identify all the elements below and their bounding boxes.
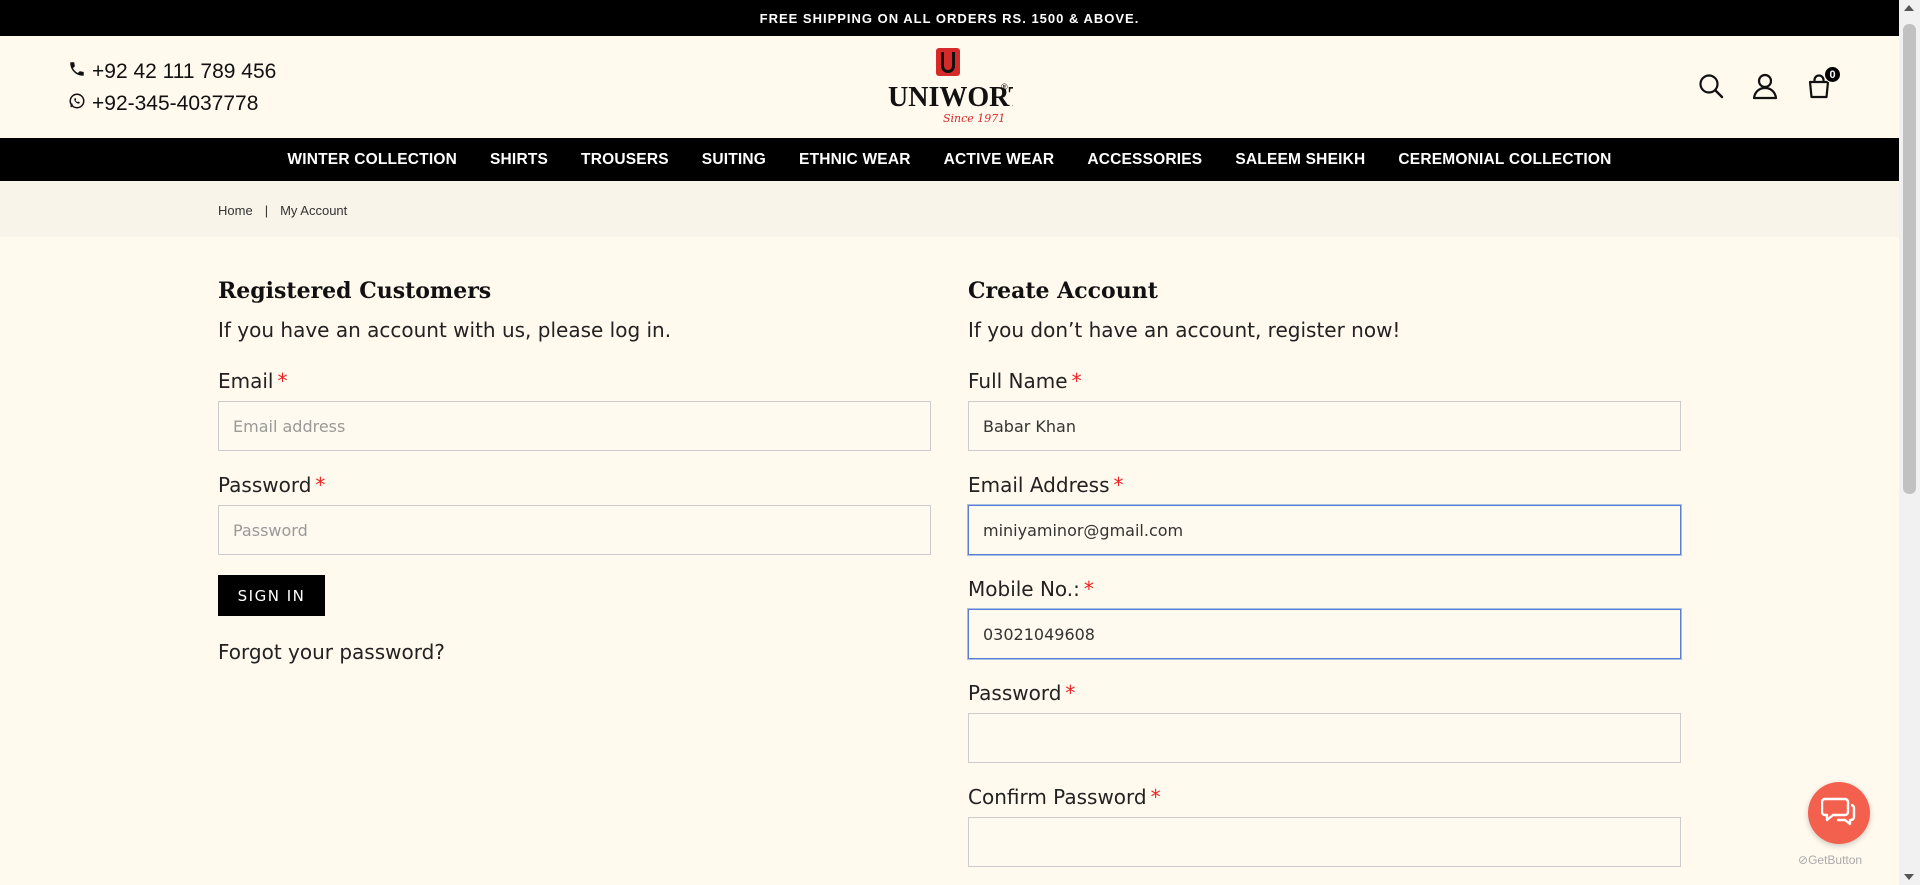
whatsapp-icon <box>68 88 86 120</box>
chat-bubbles-icon <box>1820 795 1857 832</box>
nav-item-trousers[interactable]: TROUSERS <box>581 151 669 169</box>
nav-item-active-wear[interactable]: ACTIVE WEAR <box>944 151 1055 169</box>
login-email-label: Email * <box>218 369 288 393</box>
login-password-input[interactable] <box>218 505 931 555</box>
mobile-label: Mobile No.: * <box>968 577 1094 601</box>
page-scrollbar[interactable] <box>1899 0 1920 885</box>
site-header: +92 42 111 789 456 +92-345-4037778 UNIWO… <box>0 36 1899 138</box>
uniworth-logo[interactable]: UNIWORTH ® Since 1971 <box>883 46 1049 128</box>
breadcrumb-bar: Home | My Account <box>0 181 1899 237</box>
required-mark: * <box>1065 681 1076 705</box>
nav-item-shirts[interactable]: SHIRTS <box>490 151 548 169</box>
sign-in-button[interactable]: SIGN IN <box>218 575 325 616</box>
login-password-label: Password * <box>218 473 326 497</box>
scroll-thumb[interactable] <box>1903 24 1916 494</box>
nav-item-ethnic-wear[interactable]: ETHNIC WEAR <box>799 151 911 169</box>
main-nav: WINTER COLLECTION SHIRTS TROUSERS SUITIN… <box>0 138 1899 181</box>
fullname-input[interactable] <box>968 401 1681 451</box>
logo-brand: UNIWORTH <box>888 82 1013 113</box>
required-mark: * <box>1083 577 1094 601</box>
search-icon[interactable] <box>1697 72 1725 100</box>
breadcrumb: Home | My Account <box>218 203 347 218</box>
nav-item-winter-collection[interactable]: WINTER COLLECTION <box>287 151 457 169</box>
phone-icon <box>68 56 86 88</box>
cart-count-badge: 0 <box>1824 66 1841 83</box>
register-email-input[interactable] <box>968 505 1681 555</box>
header-actions: 0 <box>1697 66 1841 100</box>
getbutton-brand[interactable]: ⊘GetButton <box>1798 853 1862 867</box>
phone-number: +92 42 111 789 456 <box>92 60 277 83</box>
account-icon[interactable] <box>1751 72 1779 100</box>
register-password-input[interactable] <box>968 713 1681 763</box>
scroll-up-icon[interactable] <box>1904 5 1914 11</box>
required-mark: * <box>1071 369 1082 393</box>
login-title: Registered Customers <box>218 278 492 304</box>
chat-widget-button[interactable] <box>1808 782 1870 844</box>
scroll-down-icon[interactable] <box>1904 874 1914 880</box>
required-mark: * <box>1113 473 1124 497</box>
required-mark: * <box>1150 785 1161 809</box>
announcement-text: FREE SHIPPING ON ALL ORDERS RS. 1500 & A… <box>759 10 1140 26</box>
phone-contact[interactable]: +92 42 111 789 456 <box>68 56 276 88</box>
nav-item-ceremonial-collection[interactable]: CEREMONIAL COLLECTION <box>1398 151 1611 169</box>
mobile-input[interactable] <box>968 609 1681 659</box>
breadcrumb-home[interactable]: Home <box>218 203 253 218</box>
required-mark: * <box>277 369 288 393</box>
getbutton-icon: ⊘ <box>1798 853 1809 867</box>
logo-registered: ® <box>1001 82 1008 92</box>
breadcrumb-separator: | <box>264 203 269 218</box>
login-email-input[interactable] <box>218 401 931 451</box>
forgot-password-link[interactable]: Forgot your password? <box>218 640 931 664</box>
register-intro: If you don’t have an account, register n… <box>968 318 1401 342</box>
logo-since: Since 1971 <box>943 112 1005 125</box>
nav-item-accessories[interactable]: ACCESSORIES <box>1087 151 1202 169</box>
contact-info: +92 42 111 789 456 +92-345-4037778 <box>68 56 276 120</box>
fullname-label: Full Name * <box>968 369 1082 393</box>
confirm-password-label: Confirm Password * <box>968 785 1161 809</box>
whatsapp-number: +92-345-4037778 <box>92 92 259 115</box>
login-section: Registered Customers If you have an acco… <box>218 278 931 664</box>
announcement-bar: FREE SHIPPING ON ALL ORDERS RS. 1500 & A… <box>0 0 1899 36</box>
login-intro: If you have an account with us, please l… <box>218 318 672 342</box>
breadcrumb-current: My Account <box>280 203 348 218</box>
register-title: Create Account <box>968 278 1158 304</box>
cart-icon[interactable]: 0 <box>1805 66 1841 100</box>
register-password-label: Password * <box>968 681 1076 705</box>
confirm-password-input[interactable] <box>968 817 1681 867</box>
register-email-label: Email Address * <box>968 473 1124 497</box>
nav-item-saleem-sheikh[interactable]: SALEEM SHEIKH <box>1235 151 1365 169</box>
required-mark: * <box>315 473 326 497</box>
nav-item-suiting[interactable]: SUITING <box>702 151 766 169</box>
whatsapp-contact[interactable]: +92-345-4037778 <box>68 88 276 120</box>
register-section: Create Account If you don’t have an acco… <box>968 278 1681 867</box>
